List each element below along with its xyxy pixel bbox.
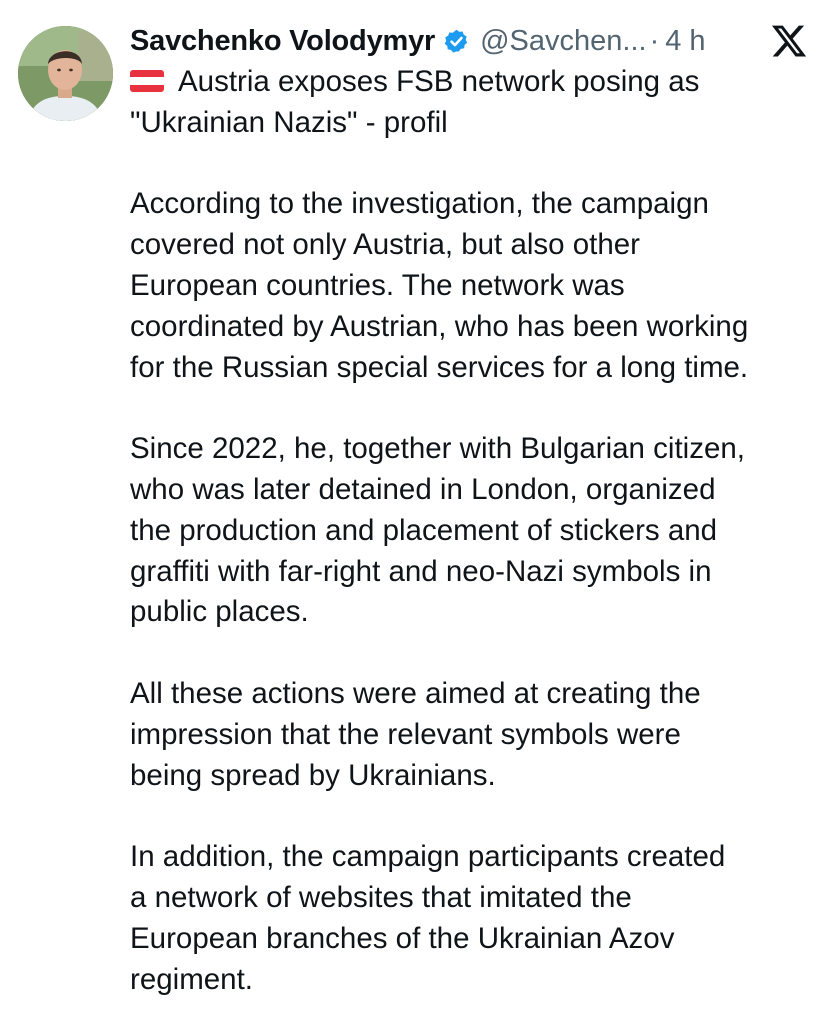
separator-dot: ·	[649, 24, 660, 57]
paragraph-line: covered not only Austria, but also other	[130, 228, 640, 262]
paragraph-line: Since 2022, he, together with Bulgarian …	[130, 432, 745, 466]
author-name[interactable]: Savchenko Volodymyr	[130, 25, 435, 58]
paragraph-line: coordinated by Austrian, who has been wo…	[130, 309, 749, 343]
paragraph-line: for the Russian special services for a l…	[130, 350, 749, 384]
paragraph-line: being spread by Ukrainians.	[130, 758, 496, 792]
paragraph-line: European branches of the Ukrainian Azov	[130, 921, 675, 955]
tweet[interactable]: Savchenko Volodymyr @Savchen... · 4 h Au…	[0, 0, 828, 1011]
author-handle[interactable]: @Savchen...	[480, 25, 646, 58]
x-logo-icon	[770, 22, 808, 60]
avatar-image	[18, 26, 113, 121]
paragraph-line: regiment.	[130, 962, 253, 996]
paragraph-line: who was later detained in London, organi…	[130, 472, 716, 506]
paragraph-line: the production and placement of stickers…	[130, 513, 718, 547]
avatar[interactable]	[18, 26, 113, 121]
austria-flag-icon	[130, 70, 164, 92]
paragraph-line: a network of websites that imitated the	[130, 880, 632, 914]
verified-badge-icon	[443, 28, 470, 55]
paragraph-line: European countries. The network was	[130, 268, 625, 302]
paragraph-line: In addition, the campaign participants c…	[130, 840, 726, 874]
tweet-header: Savchenko Volodymyr @Savchen... · 4 h	[130, 20, 706, 62]
headline-line: Austria exposes FSB network posing as	[130, 62, 820, 103]
timestamp[interactable]: 4 h	[665, 25, 705, 58]
paragraph-line: public places.	[130, 595, 309, 629]
paragraph-line: graffiti with far-right and neo-Nazi sym…	[130, 554, 712, 588]
paragraph-line: All these actions were aimed at creating…	[130, 676, 701, 710]
tweet-text: Austria exposes FSB network posing as "U…	[130, 62, 820, 1000]
headline-line: "Ukrainian Nazis" - profil	[130, 105, 448, 139]
paragraph-line: According to the investigation, the camp…	[130, 187, 709, 221]
paragraph-line: impression that the relevant symbols wer…	[130, 717, 681, 751]
